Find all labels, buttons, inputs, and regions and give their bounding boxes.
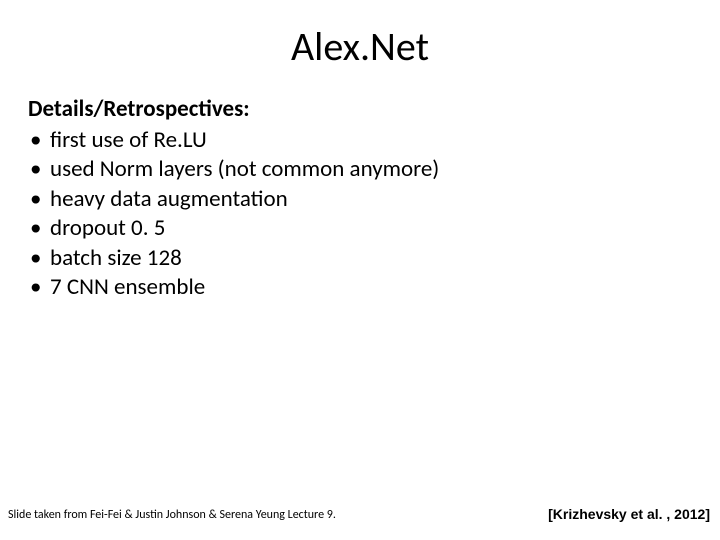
list-item: heavy data augmentation	[28, 185, 692, 214]
bullet-list: first use of Re.LU used Norm layers (not…	[28, 126, 692, 303]
list-item: used Norm layers (not common anymore)	[28, 155, 692, 184]
slide-body: Details/Retrospectives: first use of Re.…	[0, 71, 720, 302]
list-item: 7 CNN ensemble	[28, 273, 692, 302]
footer-citation: [Krizhevsky et al. , 2012]	[548, 506, 710, 522]
list-item: first use of Re.LU	[28, 126, 692, 155]
slide-title: Alex.Net	[0, 0, 720, 71]
footer-credit: Slide taken from Fei-Fei & Justin Johnso…	[8, 508, 336, 522]
subheading: Details/Retrospectives:	[28, 95, 692, 124]
list-item: batch size 128	[28, 244, 692, 273]
list-item: dropout 0. 5	[28, 214, 692, 243]
slide: Alex.Net Details/Retrospectives: first u…	[0, 0, 720, 540]
